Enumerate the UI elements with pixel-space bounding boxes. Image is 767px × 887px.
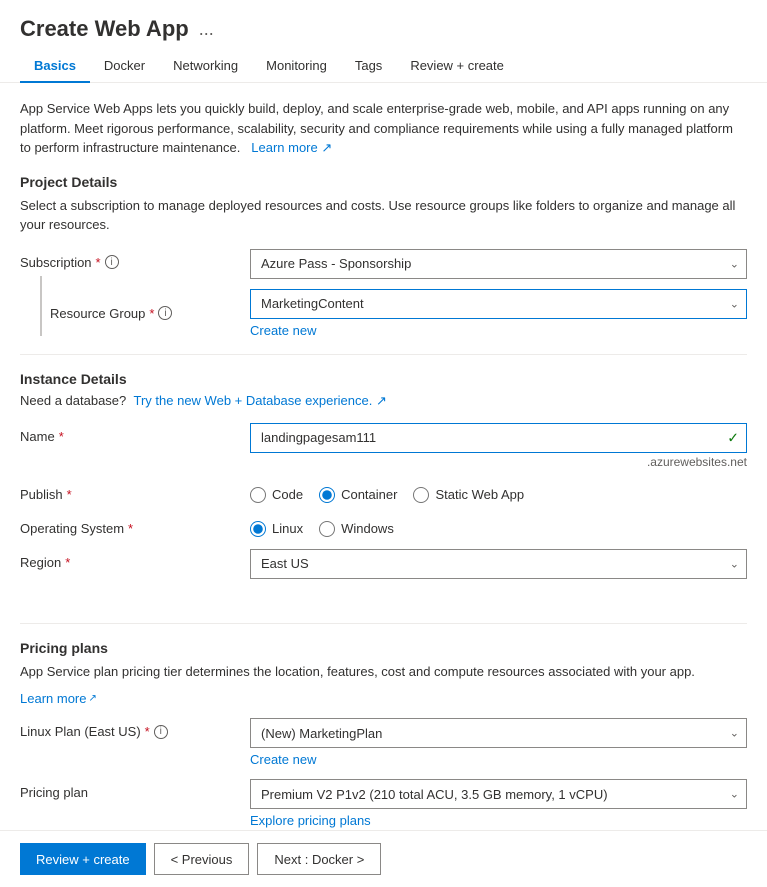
subscription-required: * [96,255,101,270]
publish-code-option[interactable]: Code [250,487,303,503]
name-check-icon: ✓ [727,429,739,446]
name-field-container: ✓ .azurewebsites.net [250,423,747,469]
azurewebsites-suffix: .azurewebsites.net [250,455,747,469]
tabs-bar: Basics Docker Networking Monitoring Tags… [0,50,767,83]
publish-staticwebapp-label: Static Web App [435,487,524,502]
os-radio-group: Linux Windows [250,515,747,537]
publish-required: * [67,487,72,502]
region-dropdown[interactable]: East US ⌄ [250,549,747,579]
pricing-plan-row: Pricing plan Premium V2 P1v2 (210 total … [20,779,747,828]
instance-details-title: Instance Details [20,371,747,387]
region-dropdown-container: East US ⌄ [250,549,747,579]
subscription-label: Subscription [20,255,92,270]
linux-plan-create-new-link[interactable]: Create new [250,752,316,767]
tab-tags[interactable]: Tags [341,50,396,83]
publish-staticwebapp-option[interactable]: Static Web App [413,487,524,503]
os-windows-radio[interactable] [319,521,335,537]
subscription-dropdown[interactable]: Azure Pass - Sponsorship ⌄ [250,249,747,279]
region-row: Region * East US ⌄ [20,549,747,579]
os-row: Operating System * Linux Windows [20,515,747,537]
pricing-plan-label: Pricing plan [20,779,250,800]
pricing-plan-dropdown-container: Premium V2 P1v2 (210 total ACU, 3.5 GB m… [250,779,747,828]
resource-group-select[interactable]: MarketingContent [250,289,747,319]
main-content: App Service Web Apps lets you quickly bu… [0,83,767,830]
project-details-desc: Select a subscription to manage deployed… [20,196,747,235]
subscription-select[interactable]: Azure Pass - Sponsorship [250,249,747,279]
section-divider-2 [20,623,747,624]
project-details-title: Project Details [20,174,747,190]
region-select[interactable]: East US [250,549,747,579]
os-label: Operating System * [20,515,250,536]
os-windows-label: Windows [341,521,394,536]
pricing-title: Pricing plans [20,640,747,656]
name-input-wrapper: ✓ [250,423,747,453]
region-required: * [65,555,70,570]
publish-code-label: Code [272,487,303,502]
page-title: Create Web App [20,16,189,42]
linux-plan-select[interactable]: (New) MarketingPlan [250,718,747,748]
publish-radio-group: Code Container Static Web App [250,481,747,503]
name-required: * [59,429,64,444]
publish-code-radio[interactable] [250,487,266,503]
learn-more-link[interactable]: Learn more ↗ [248,140,333,155]
next-button[interactable]: Next : Docker > [257,843,381,875]
pricing-learn-more-link[interactable]: Learn more ↗ [20,691,97,706]
linux-plan-required: * [145,724,150,739]
subscription-info-icon[interactable]: i [105,255,119,269]
os-windows-option[interactable]: Windows [319,521,394,537]
section-divider-1 [20,354,747,355]
pricing-desc: App Service plan pricing tier determines… [20,662,747,682]
linux-plan-info-icon[interactable]: i [154,725,168,739]
explore-pricing-link[interactable]: Explore pricing plans [250,813,371,828]
publish-container-radio[interactable] [319,487,335,503]
region-label: Region * [20,549,250,570]
publish-row: Publish * Code Container Static Web App [20,481,747,503]
os-linux-option[interactable]: Linux [250,521,303,537]
os-required: * [128,521,133,536]
spacer [20,591,747,607]
tab-review-create[interactable]: Review + create [396,50,518,83]
pricing-plan-select[interactable]: Premium V2 P1v2 (210 total ACU, 3.5 GB m… [250,779,747,809]
publish-label: Publish * [20,481,250,502]
linux-plan-row: Linux Plan (East US) * i (New) Marketing… [20,718,747,767]
learn-more-ext-icon: ↗ [88,693,96,704]
resource-group-label: Resource Group [50,306,145,321]
pricing-section: Pricing plans App Service plan pricing t… [20,640,747,829]
linux-plan-label: Linux Plan (East US) * i [20,718,250,739]
name-label: Name * [20,423,250,444]
pricing-plan-dropdown[interactable]: Premium V2 P1v2 (210 total ACU, 3.5 GB m… [250,779,747,809]
tab-networking[interactable]: Networking [159,50,252,83]
footer: Review + create < Previous Next : Docker… [0,830,767,887]
tab-docker[interactable]: Docker [90,50,159,83]
linux-plan-dropdown[interactable]: (New) MarketingPlan ⌄ [250,718,747,748]
os-options: Linux Windows [250,515,747,537]
publish-container-option[interactable]: Container [319,487,397,503]
rg-info-icon[interactable]: i [158,306,172,320]
name-input[interactable] [250,423,747,453]
linux-plan-dropdown-container: (New) MarketingPlan ⌄ Create new [250,718,747,767]
database-text: Need a database? Try the new Web + Datab… [20,393,747,409]
bracket-line [40,276,42,336]
rg-required: * [149,306,154,321]
publish-container-label: Container [341,487,397,502]
database-link[interactable]: Try the new Web + Database experience. ↗ [130,393,387,408]
rg-create-new-link[interactable]: Create new [250,323,316,338]
previous-button[interactable]: < Previous [154,843,250,875]
review-create-button[interactable]: Review + create [20,843,146,875]
publish-staticwebapp-radio[interactable] [413,487,429,503]
os-linux-label: Linux [272,521,303,536]
header-ellipsis[interactable]: ... [199,19,214,40]
os-linux-radio[interactable] [250,521,266,537]
resource-group-dropdown[interactable]: MarketingContent ⌄ [250,289,747,319]
publish-options: Code Container Static Web App [250,481,747,503]
tab-basics[interactable]: Basics [20,50,90,83]
name-row: Name * ✓ .azurewebsites.net [20,423,747,469]
app-description: App Service Web Apps lets you quickly bu… [20,99,747,158]
tab-monitoring[interactable]: Monitoring [252,50,341,83]
